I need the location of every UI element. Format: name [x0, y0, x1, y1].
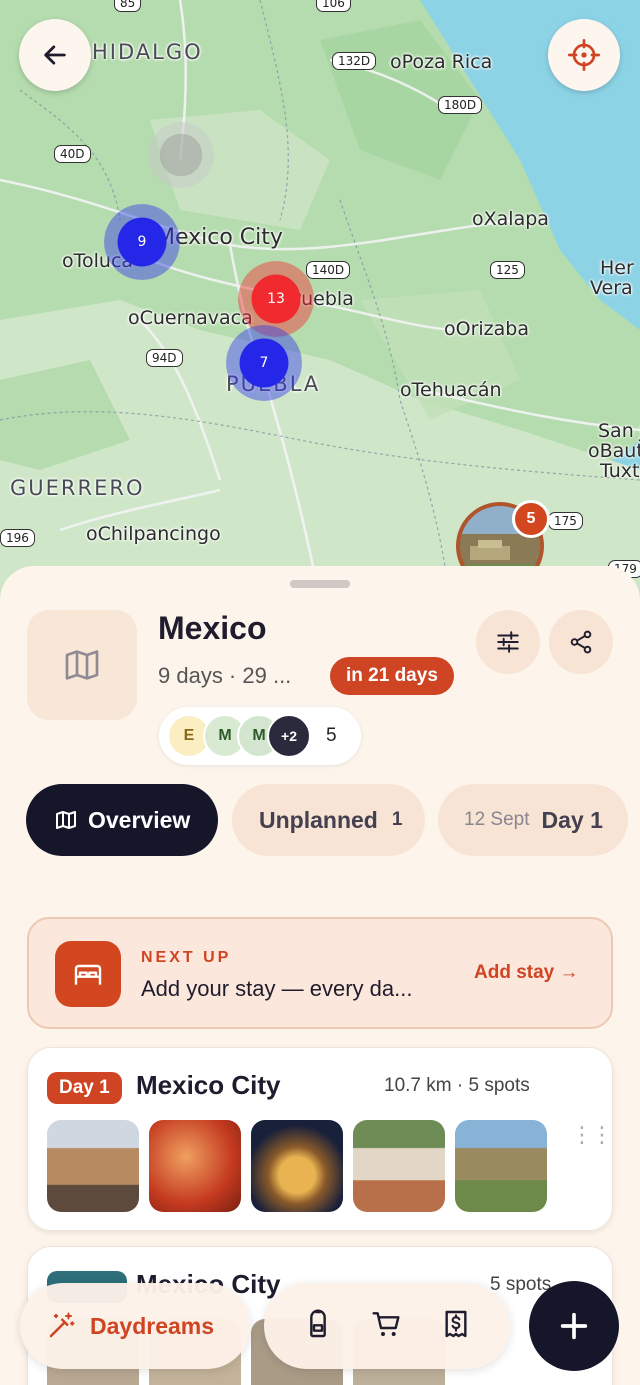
map-label-tuxt: Tuxte: [600, 460, 640, 482]
receipt-icon: [445, 1310, 467, 1337]
next-up-text: Add your stay — every da...: [141, 976, 413, 1001]
add-button[interactable]: [529, 1281, 619, 1371]
countdown-badge: in 21 days: [330, 657, 454, 695]
highway-shield: 196: [0, 529, 35, 547]
map-label-chilpancingo: oChilpancingo: [86, 523, 221, 545]
bed-icon: [55, 941, 121, 1007]
place-thumbnail[interactable]: [47, 1120, 139, 1212]
tab-day-1[interactable]: 12 Sept Day 1: [438, 784, 628, 856]
map-cluster-puebla[interactable]: 13: [238, 261, 314, 337]
trip-cover[interactable]: [27, 610, 137, 720]
map-label-veracruz: Her: [600, 257, 634, 279]
map-label-san: San J: [598, 420, 640, 442]
map-label-tehuacan: oTehuacán: [400, 379, 502, 401]
drag-handle-icon[interactable]: ⋮⋮: [571, 1124, 613, 1146]
avatar-overflow: +2: [267, 714, 311, 758]
share-button[interactable]: [549, 610, 613, 674]
map-label-poza-rica: oPoza Rica: [390, 51, 493, 73]
map-label-baut: oBaut: [588, 440, 640, 462]
highway-shield: 125: [490, 261, 525, 279]
map-label-guerrero: GUERRERO: [10, 476, 145, 500]
members-count: 5: [326, 725, 337, 746]
plus-icon: [560, 1312, 588, 1340]
share-icon: [570, 630, 592, 654]
tab-overview-label: Overview: [88, 806, 191, 833]
map-cluster-faded[interactable]: [148, 122, 214, 188]
sheet-drag-handle[interactable]: [290, 580, 350, 588]
back-button[interactable]: [19, 19, 91, 91]
map-pin-count-badge: 5: [512, 500, 550, 538]
trip-meta: 9 days · 29 ...: [158, 663, 292, 688]
map-label-cuernavaca: oCuernavaca: [128, 307, 253, 329]
trip-members[interactable]: E M M +2 5: [159, 707, 361, 765]
trip-title: Mexico: [158, 610, 267, 646]
place-thumbnail[interactable]: [455, 1120, 547, 1212]
tab-overview[interactable]: Overview: [26, 784, 218, 856]
tab-day-date: 12 Sept: [464, 809, 530, 830]
locate-me-button[interactable]: [548, 19, 620, 91]
map-icon: [56, 811, 76, 829]
shopping-button[interactable]: [371, 1308, 403, 1345]
tab-day-label: Day 1: [541, 806, 603, 833]
daydreams-label: Daydreams: [90, 1312, 215, 1339]
sliders-icon: [497, 631, 519, 653]
filter-button[interactable]: [476, 610, 540, 674]
map-cluster-puebla-south[interactable]: 7: [226, 325, 302, 401]
highway-shield: 94D: [146, 349, 183, 367]
map-label-veracruz: Vera: [590, 277, 633, 299]
highway-shield: 40D: [54, 145, 91, 163]
map-view[interactable]: 85 106 132D 180D 40D 140D 125 94D 196 17…: [0, 0, 640, 600]
cart-icon: [372, 1311, 400, 1336]
magic-wand-icon: [49, 1312, 75, 1338]
highway-shield: 132D: [332, 52, 377, 70]
next-up-kicker: NEXT UP: [141, 949, 232, 966]
expenses-button[interactable]: [440, 1308, 472, 1345]
tab-unplanned-label: Unplanned: [259, 806, 378, 833]
highway-shield: 175: [548, 512, 583, 530]
map-label-xalapa: oXalapa: [472, 208, 549, 230]
day-badge: Day 1: [47, 1072, 122, 1104]
day-thumbnails: [47, 1120, 547, 1212]
highway-shield: 180D: [438, 96, 483, 114]
highway-shield: 85: [114, 0, 142, 12]
map-label-hidalgo: HIDALGO: [92, 40, 203, 64]
highway-shield: 106: [316, 0, 351, 12]
map-icon: [65, 650, 99, 680]
map-label-orizaba: oOrizaba: [444, 318, 529, 340]
tab-unplanned-count: 1: [391, 809, 403, 830]
place-thumbnail[interactable]: [251, 1120, 343, 1212]
highway-shield: 140D: [306, 261, 351, 279]
place-thumbnail[interactable]: [353, 1120, 445, 1212]
tools-bar: [264, 1283, 510, 1369]
backpack-icon: [310, 1308, 327, 1337]
place-thumbnail[interactable]: [149, 1120, 241, 1212]
map-cluster-mexico-city[interactable]: 9: [104, 204, 180, 280]
next-up-card[interactable]: NEXT UP Add your stay — every da... Add …: [27, 917, 613, 1029]
tab-unplanned[interactable]: Unplanned 1: [232, 784, 425, 856]
day-card[interactable]: Day 1 Mexico City 10.7 km · 5 spots ⋮⋮: [27, 1047, 613, 1231]
add-stay-button[interactable]: Add stay →: [474, 962, 579, 984]
crosshair-icon: [568, 39, 600, 71]
packing-button[interactable]: [302, 1308, 334, 1345]
day-title: Mexico City: [136, 1070, 281, 1100]
daydreams-button[interactable]: Daydreams: [20, 1283, 250, 1369]
day-meta: 10.7 km · 5 spots: [384, 1075, 530, 1096]
trip-sheet: Mexico 9 days · 29 ... in 21 days E M M …: [0, 566, 640, 1385]
arrow-left-icon: [44, 45, 66, 65]
